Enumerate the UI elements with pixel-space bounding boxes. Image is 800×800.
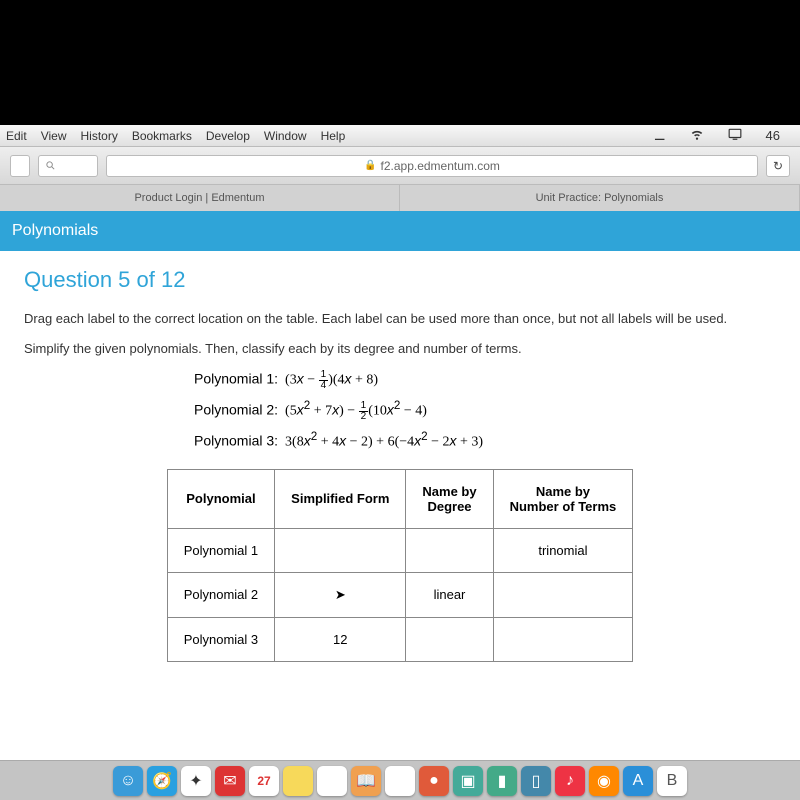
tab-product-login[interactable]: Product Login | Edmentum [0, 185, 400, 211]
tab-bar: Product Login | Edmentum Unit Practice: … [0, 185, 800, 211]
col-terms: Name by Number of Terms [493, 469, 633, 528]
battery-text: 46 [766, 128, 780, 143]
polynomial-1: Polynomial 1: (3x − 14)(4x + 8) [194, 370, 776, 391]
instruction-1: Drag each label to the correct location … [24, 309, 776, 329]
row3-degree[interactable] [406, 617, 493, 661]
dock-app-icon[interactable]: ● [419, 766, 449, 796]
menu-develop[interactable]: Develop [206, 129, 250, 143]
menu-window[interactable]: Window [264, 129, 307, 143]
row1-label: Polynomial 1 [167, 528, 274, 572]
polynomial-3: Polynomial 3: 3(8x2 + 4x − 2) + 6(−4x2 −… [194, 430, 776, 451]
row3-terms[interactable] [493, 617, 633, 661]
menu-bookmarks[interactable]: Bookmarks [132, 129, 192, 143]
col-polynomial: Polynomial [167, 469, 274, 528]
row2-label: Polynomial 2 [167, 572, 274, 617]
menu-history[interactable]: History [80, 129, 117, 143]
dock-books-icon[interactable]: 📖 [351, 766, 381, 796]
polynomial-list: Polynomial 1: (3x − 14)(4x + 8) Polynomi… [194, 370, 776, 451]
search-icon [45, 160, 56, 171]
reload-button[interactable]: ↻ [766, 155, 790, 177]
row1-simplified[interactable] [275, 528, 406, 572]
dock-app-icon[interactable]: B [657, 766, 687, 796]
banner-title: Polynomials [12, 222, 98, 240]
nav-back-forward[interactable] [10, 155, 30, 177]
menu-edit[interactable]: Edit [6, 129, 27, 143]
table-row: Polynomial 1 trinomial [167, 528, 633, 572]
dock-mail-icon[interactable]: ✉ [215, 766, 245, 796]
search-box[interactable] [38, 155, 98, 177]
dock-reminders-icon[interactable] [317, 766, 347, 796]
dock-appstore-icon[interactable]: A [623, 766, 653, 796]
row1-terms[interactable]: trinomial [493, 528, 633, 572]
answer-table: Polynomial Simplified Form Name by Degre… [167, 469, 634, 662]
dock-finder-icon[interactable]: ☺ [113, 766, 143, 796]
screen: Edit View History Bookmarks Develop Wind… [0, 125, 800, 760]
dock-app-icon[interactable]: ▯ [521, 766, 551, 796]
dock-compass-icon[interactable]: ✦ [181, 766, 211, 796]
dock-app-icon[interactable]: ▣ [453, 766, 483, 796]
table-row: Polynomial 3 12 [167, 617, 633, 661]
menubar: Edit View History Bookmarks Develop Wind… [0, 125, 800, 147]
url-bar[interactable]: 🔒 f2.app.edmentum.com [106, 155, 758, 177]
row3-label: Polynomial 3 [167, 617, 274, 661]
question-heading: Question 5 of 12 [24, 267, 776, 293]
table-row: Polynomial 2 ➤ linear [167, 572, 633, 617]
cursor-icon: ➤ [335, 587, 346, 602]
row2-terms[interactable] [493, 572, 633, 617]
page-banner: Polynomials [0, 211, 800, 251]
row2-degree[interactable]: linear [406, 572, 493, 617]
table-header-row: Polynomial Simplified Form Name by Degre… [167, 469, 633, 528]
browser-toolbar: 🔒 f2.app.edmentum.com ↻ [0, 147, 800, 185]
menu-view[interactable]: View [41, 129, 67, 143]
dock-safari-icon[interactable]: 🧭 [147, 766, 177, 796]
lock-icon: 🔒 [364, 160, 376, 171]
dock-notes-icon[interactable] [283, 766, 313, 796]
col-simplified: Simplified Form [275, 469, 406, 528]
content-area: Question 5 of 12 Drag each label to the … [0, 251, 800, 760]
polynomial-2: Polynomial 2: (5x2 + 7x) − 12(10x2 − 4) [194, 399, 776, 422]
dock-calendar-icon[interactable]: 27 [249, 766, 279, 796]
instruction-2: Simplify the given polynomials. Then, cl… [24, 339, 776, 359]
menu-help[interactable]: Help [321, 129, 346, 143]
wifi-icon[interactable] [690, 127, 704, 144]
col-degree: Name by Degree [406, 469, 493, 528]
bluetooth-icon[interactable]: ⚊ [654, 128, 666, 144]
url-text: f2.app.edmentum.com [381, 159, 500, 173]
row3-simplified[interactable]: 12 [275, 617, 406, 661]
tab-unit-practice[interactable]: Unit Practice: Polynomials [400, 185, 800, 211]
row1-degree[interactable] [406, 528, 493, 572]
row2-simplified[interactable]: ➤ [275, 572, 406, 617]
dock-music-icon[interactable]: ♪ [555, 766, 585, 796]
dock-app-icon[interactable]: ◉ [589, 766, 619, 796]
dock: ☺ 🧭 ✦ ✉ 27 📖 ❀ ● ▣ ▮ ▯ ♪ ◉ A B [0, 760, 800, 800]
dock-photos-icon[interactable]: ❀ [385, 766, 415, 796]
dock-app-icon[interactable]: ▮ [487, 766, 517, 796]
display-icon[interactable] [728, 127, 742, 144]
